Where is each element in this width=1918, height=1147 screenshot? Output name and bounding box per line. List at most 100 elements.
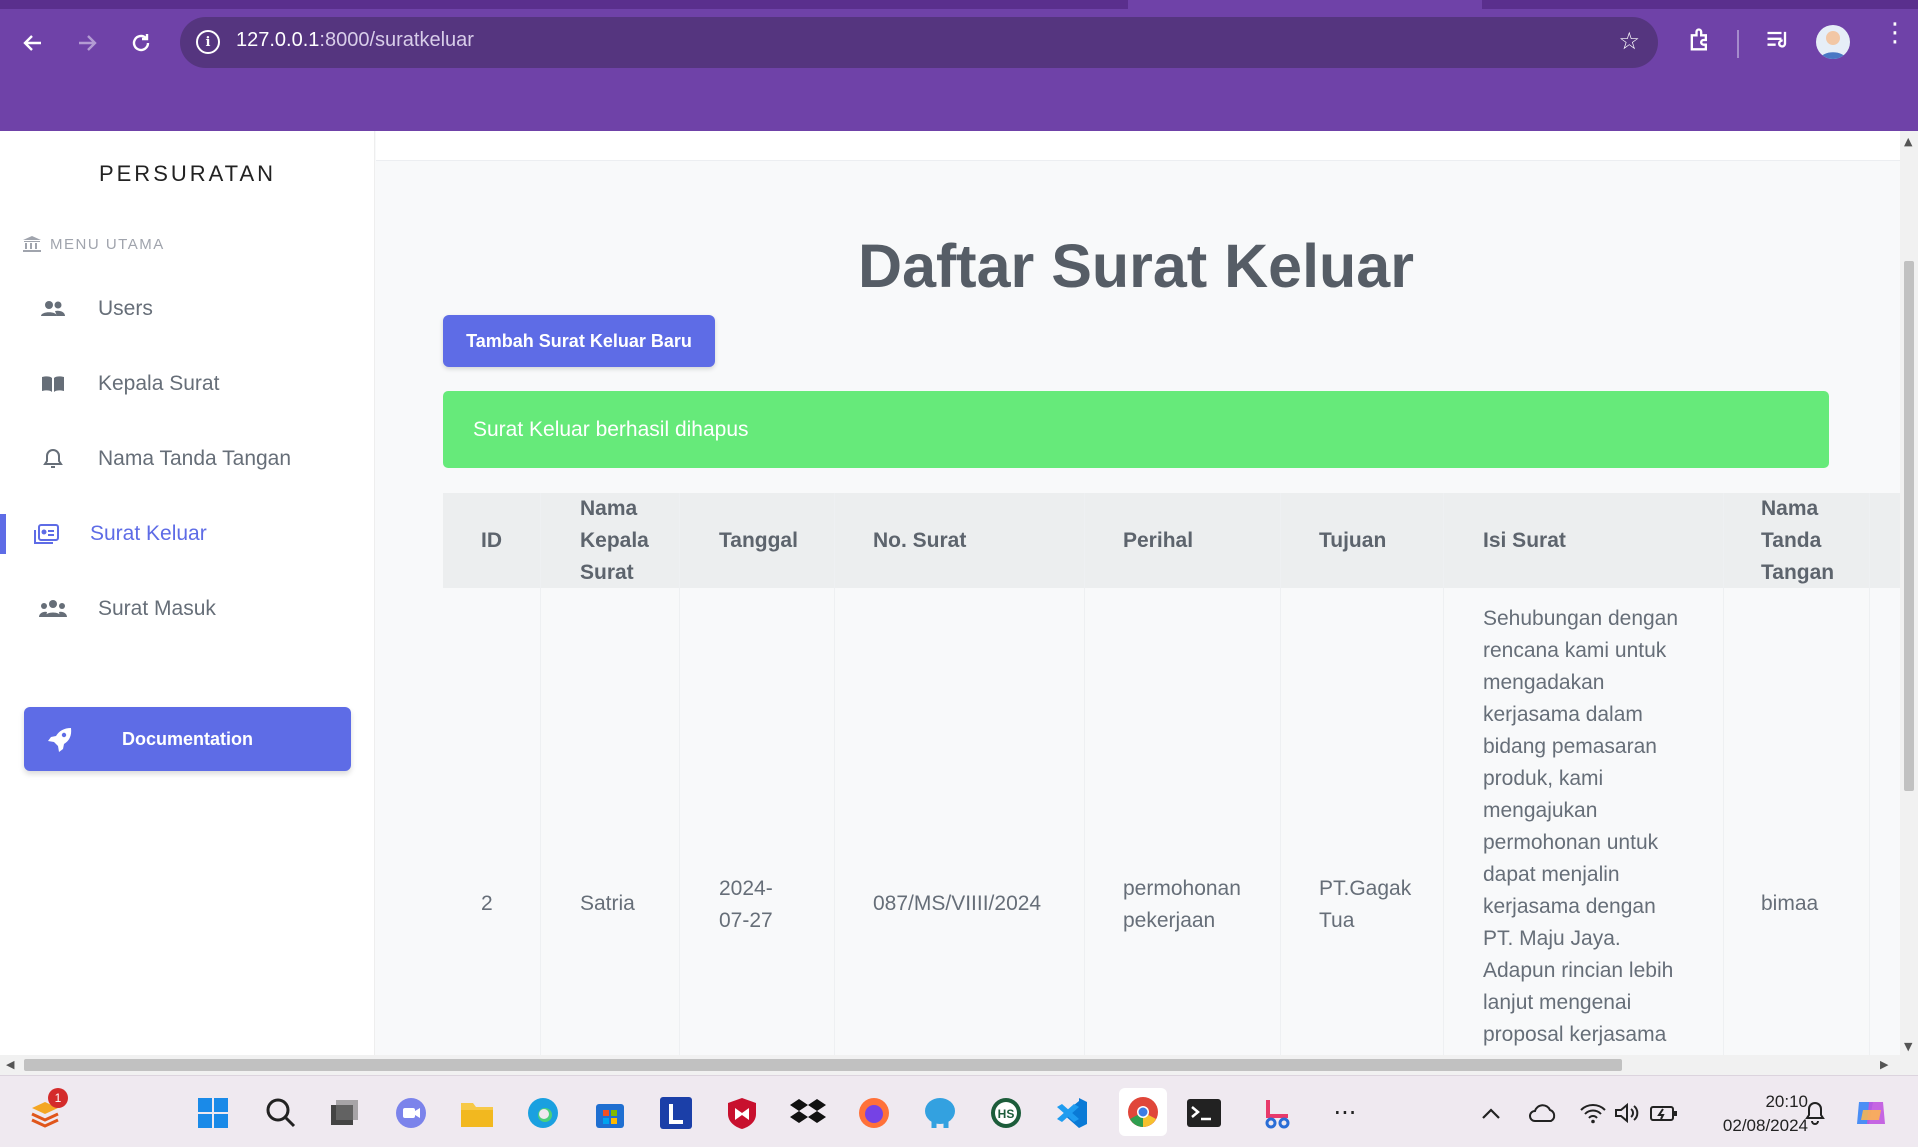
header-nama-tanda-tangan: Nama Tanda Tangan <box>1761 496 1835 584</box>
sidebar-item-surat-masuk[interactable]: Surat Masuk <box>0 581 375 637</box>
horizontal-scrollbar[interactable]: ◀ ▶ <box>0 1055 1918 1075</box>
avatar[interactable] <box>1816 25 1850 59</box>
sidebar-item-label: Users <box>98 297 153 320</box>
windows-start-icon[interactable] <box>194 1094 232 1132</box>
file-explorer-icon[interactable] <box>458 1094 496 1132</box>
l-app-icon[interactable] <box>657 1094 695 1132</box>
bell-icon <box>38 448 68 470</box>
address-bar[interactable]: i 127.0.0.1:8000/suratkeluar ☆ <box>180 17 1658 68</box>
forward-button[interactable] <box>70 26 104 60</box>
users-icon <box>38 299 68 319</box>
clock-date: 02/08/2024 <box>1722 1116 1808 1135</box>
sidebar-item-kepala-surat[interactable]: Kepala Surat <box>0 356 375 412</box>
brand-title: PERSURATAN <box>98 161 277 186</box>
sidebar-item-users[interactable]: Users <box>0 281 375 337</box>
users-icon <box>38 599 68 619</box>
snipping-tool-icon[interactable] <box>1260 1094 1298 1132</box>
header-isi-surat: Isi Surat <box>1483 528 1566 552</box>
mcafee-icon[interactable] <box>723 1094 761 1132</box>
info-icon[interactable]: i <box>196 30 220 54</box>
column-divider <box>1869 493 1870 1055</box>
cell-isi-surat: Sehubungan dengan rencana kami untuk men… <box>1483 607 1679 1046</box>
stack-app-icon[interactable]: 1 <box>26 1088 68 1132</box>
sidebar-item-surat-keluar[interactable]: Surat Keluar <box>0 506 375 562</box>
back-button[interactable] <box>16 26 50 60</box>
vscode-icon[interactable] <box>1053 1094 1091 1132</box>
scroll-right-icon[interactable]: ▶ <box>1880 1058 1888 1071</box>
header-no-surat: No. Surat <box>873 528 967 552</box>
sidebar-item-label: Kepala Surat <box>98 372 220 395</box>
arrow-left-icon <box>23 35 41 51</box>
search-icon[interactable] <box>262 1094 300 1132</box>
elephant-app-icon[interactable] <box>921 1094 959 1132</box>
cell-tujuan: PT.Gagak Tua <box>1319 877 1412 932</box>
extensions-icon[interactable] <box>1686 26 1714 58</box>
terminal-icon[interactable] <box>1185 1094 1223 1132</box>
chevron-up-icon[interactable] <box>1478 1094 1504 1132</box>
cell-tanggal: 2024-07-27 <box>719 877 773 932</box>
volume-icon[interactable] <box>1612 1094 1642 1132</box>
sidebar-item-label: Nama Tanda Tangan <box>98 447 292 470</box>
sidebar-item-nama-tanda-tangan[interactable]: Nama Tanda Tangan <box>0 431 375 487</box>
horizontal-scroll-thumb[interactable] <box>24 1059 1622 1071</box>
id-card-icon <box>32 523 62 545</box>
book-icon <box>38 374 68 394</box>
sidebar: PERSURATAN MENU UTAMA Users Kepala Surat… <box>0 131 375 1055</box>
sidebar-item-label: Surat Masuk <box>98 597 216 620</box>
edge-browser-icon[interactable] <box>524 1094 562 1132</box>
url-text[interactable]: 127.0.0.1:8000/suratkeluar <box>236 29 474 52</box>
chrome-icon[interactable] <box>1119 1088 1167 1136</box>
teams-chat-icon[interactable] <box>392 1094 430 1132</box>
svg-text:HS: HS <box>998 1107 1015 1121</box>
store-icon[interactable] <box>591 1094 629 1132</box>
header-nama-kepala-surat: Nama Kepala Surat <box>580 496 649 584</box>
media-control-icon[interactable] <box>1764 26 1792 58</box>
clock-time: 20:10 <box>1765 1092 1808 1111</box>
copilot-icon[interactable] <box>1852 1094 1890 1132</box>
notification-badge: 1 <box>48 1088 68 1108</box>
dropbox-icon[interactable] <box>789 1094 827 1132</box>
main-content: Daftar Surat Keluar Tambah Surat Keluar … <box>376 131 1900 1055</box>
header-id: ID <box>481 528 502 552</box>
notification-bell-icon[interactable] <box>1800 1094 1830 1132</box>
system-clock[interactable]: 20:10 02/08/2024 <box>1723 1090 1808 1138</box>
vertical-scrollbar[interactable]: ▲ ▼ <box>1900 131 1918 1055</box>
column-divider <box>1280 493 1281 1055</box>
column-divider <box>1723 493 1724 1055</box>
task-view-icon[interactable] <box>325 1094 363 1132</box>
bookmark-star-icon[interactable]: ☆ <box>1618 27 1640 55</box>
reload-icon <box>132 34 150 52</box>
menu-section-title: MENU UTAMA <box>22 235 165 253</box>
sidebar-item-label: Surat Keluar <box>90 522 207 545</box>
arrow-right-icon <box>79 35 97 51</box>
column-divider <box>834 493 835 1055</box>
cell-nama-tanda-tangan: bimaa <box>1761 892 1819 915</box>
cell-id: 2 <box>481 892 493 915</box>
more-apps-icon[interactable]: ··· <box>1326 1094 1364 1132</box>
page-viewport: PERSURATAN MENU UTAMA Users Kepala Surat… <box>0 131 1900 1055</box>
hs-app-icon[interactable]: HS <box>987 1094 1025 1132</box>
vertical-scroll-thumb[interactable] <box>1904 261 1914 791</box>
documentation-button[interactable]: Documentation <box>24 707 351 771</box>
success-alert: Surat Keluar berhasil dihapus <box>443 391 1829 468</box>
header-perihal: Perihal <box>1123 528 1194 552</box>
battery-icon[interactable] <box>1648 1094 1680 1132</box>
taskbar: 1 HS ··· 20:10 02/08/2024 <box>0 1075 1918 1147</box>
reload-button[interactable] <box>124 26 158 60</box>
column-divider <box>540 493 541 1055</box>
cell-no-surat: 087/MS/VIIII/2024 <box>873 892 1042 915</box>
toolbar-divider <box>1737 30 1739 58</box>
firefox-icon[interactable] <box>855 1094 893 1132</box>
cell-perihal: permohonan pekerjaan <box>1123 877 1241 932</box>
scroll-up-icon[interactable]: ▲ <box>1904 135 1912 148</box>
column-divider <box>1084 493 1085 1055</box>
wifi-icon[interactable] <box>1578 1094 1608 1132</box>
scroll-down-icon[interactable]: ▼ <box>1904 1040 1912 1053</box>
header-tujuan: Tujuan <box>1319 528 1387 552</box>
browser-toolbar: i 127.0.0.1:8000/suratkeluar ☆ ⋮ <box>0 0 1918 131</box>
onedrive-icon[interactable] <box>1527 1094 1559 1132</box>
add-surat-keluar-button[interactable]: Tambah Surat Keluar Baru <box>443 315 715 367</box>
top-navbar <box>376 131 1900 161</box>
kebab-menu-icon[interactable]: ⋮ <box>1882 20 1908 46</box>
scroll-left-icon[interactable]: ◀ <box>6 1058 14 1071</box>
